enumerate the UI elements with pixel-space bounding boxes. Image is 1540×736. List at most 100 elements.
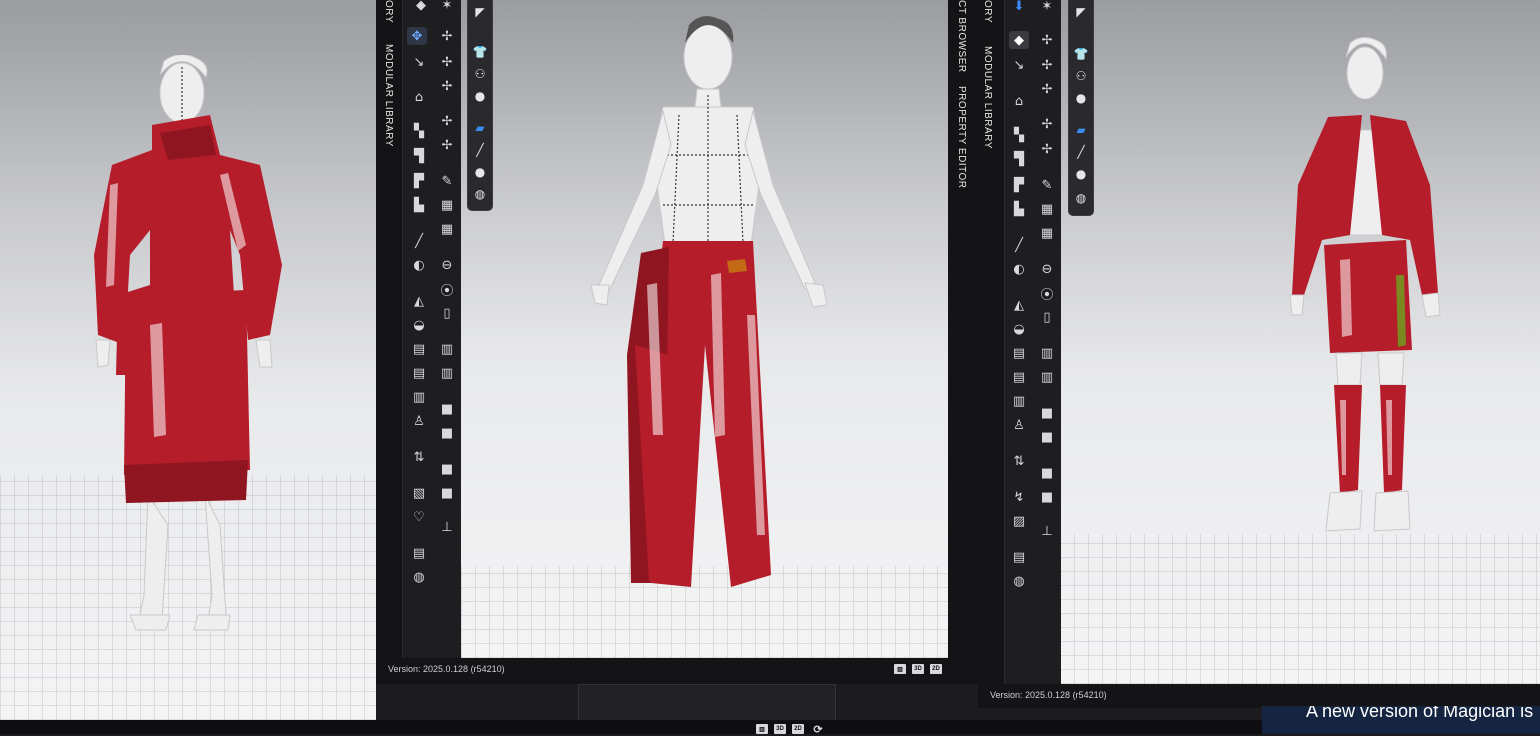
brush-icon[interactable]: ╱ <box>470 141 490 159</box>
r-tool-8[interactable]: ▚ <box>1009 126 1029 144</box>
tool-icon-13[interactable]: ▦ <box>437 196 457 214</box>
tool-icon-26[interactable]: ♙ <box>409 412 429 430</box>
bottom-2d-icon[interactable]: 2D <box>792 724 804 734</box>
tool-icon-20[interactable]: ▤ <box>409 340 429 358</box>
tab-history[interactable]: ORY <box>383 0 394 23</box>
r-brush-icon[interactable]: ╱ <box>1071 143 1091 161</box>
r-tool-20[interactable]: ▤ <box>1009 344 1029 362</box>
tab-property-editor[interactable]: PROPERTY EDITOR <box>956 86 967 189</box>
r-needle-icon[interactable]: ╱ <box>1009 236 1029 254</box>
tool-icon-24[interactable]: ▥ <box>409 388 429 406</box>
transform-tool-icon[interactable]: ✥ <box>407 27 427 45</box>
r-tool-28[interactable]: ⇅ <box>1009 452 1029 470</box>
r-tool-19[interactable]: ◒ <box>1009 320 1029 338</box>
r-tool-11[interactable]: ✎ <box>1037 176 1057 194</box>
r-button-icon[interactable]: ⦿ <box>1037 284 1057 303</box>
avatar-icon[interactable]: ● <box>470 87 490 105</box>
tool-icon-27[interactable]: ■ <box>437 424 457 442</box>
r-tool-17[interactable]: ◐ <box>1009 260 1029 278</box>
right-viewport[interactable] <box>1060 0 1540 684</box>
r-tool-1[interactable]: ✶ <box>1037 0 1057 15</box>
r-tool-3[interactable]: ↘ <box>1009 56 1029 74</box>
tool-icon-17[interactable]: ◐ <box>409 256 429 274</box>
button-tool-icon[interactable]: ⦿ <box>437 280 457 299</box>
r-globe-icon[interactable]: ◍ <box>1071 189 1091 207</box>
tool-icon-32[interactable]: ♡ <box>409 508 429 526</box>
tool-icon-19[interactable]: ◒ <box>409 316 429 334</box>
tab-modular-library[interactable]: MODULAR LIBRARY <box>383 44 394 147</box>
r-shirt-icon-2[interactable]: 👕 <box>1071 45 1091 63</box>
bottom-3d-icon[interactable]: 3D <box>774 724 786 734</box>
tool-icon-5[interactable]: ✢ <box>437 77 457 95</box>
r-tool-33[interactable]: ⊥ <box>1037 522 1057 540</box>
tool-icon-9[interactable]: ✢ <box>437 136 457 154</box>
tab-history-right[interactable]: ORY <box>982 0 993 23</box>
tool-icon-16[interactable]: ⊖ <box>437 256 457 274</box>
bottom-reload-icon[interactable]: ⟳ <box>812 724 824 736</box>
r-fabric-icon[interactable]: ⚇ <box>1071 67 1091 85</box>
tool-icon-25[interactable]: ■ <box>437 400 457 418</box>
shirt-icon-2[interactable]: 👕 <box>470 43 490 61</box>
tab-object-browser[interactable]: CT BROWSER <box>956 0 967 73</box>
r-tool-32[interactable]: ▨ <box>1009 512 1029 530</box>
r-tool-35[interactable]: ◍ <box>1009 572 1029 590</box>
blue-paint-icon[interactable]: ▰ <box>470 119 490 137</box>
tool-icon-4[interactable]: ✢ <box>437 53 457 71</box>
r-tool-25[interactable]: ■ <box>1037 404 1057 422</box>
diamond-tool-icon[interactable]: ◆ <box>411 0 431 14</box>
tab-modular-library-right[interactable]: MODULAR LIBRARY <box>982 46 993 149</box>
view-2d-icon[interactable]: 2D <box>930 664 942 674</box>
view-3d-icon[interactable]: 3D <box>912 664 924 674</box>
r-tool-12[interactable]: ▛ <box>1009 176 1029 194</box>
tool-icon-33[interactable]: ⊥ <box>437 518 457 536</box>
r-tool-10[interactable]: ▜ <box>1009 150 1029 168</box>
needle-tool-icon[interactable]: ╱ <box>409 232 429 250</box>
move-tool-icon[interactable]: ⬇ <box>1009 0 1029 15</box>
globe-icon[interactable]: ◍ <box>470 185 490 203</box>
r-blue-paint-icon[interactable]: ▰ <box>1071 121 1091 139</box>
r-zipper-icon[interactable]: ▯ <box>1037 308 1057 326</box>
r-tool-24[interactable]: ▥ <box>1009 392 1029 410</box>
person-icon[interactable]: ● <box>470 163 490 181</box>
tool-icon-30[interactable]: ▧ <box>409 484 429 502</box>
r-tool-15[interactable]: ▦ <box>1037 224 1057 242</box>
r-tool-9[interactable]: ✢ <box>1037 140 1057 158</box>
tool-icon-3[interactable]: ↘ <box>409 53 429 71</box>
split-view-icon[interactable]: ▥ <box>894 664 906 674</box>
tool-icon-31[interactable]: ■ <box>437 484 457 502</box>
r-tool-5[interactable]: ✢ <box>1037 80 1057 98</box>
arrange-icon[interactable]: ✶ <box>437 0 457 14</box>
tool-icon-34[interactable]: ▤ <box>409 544 429 562</box>
r-tool-14[interactable]: ▙ <box>1009 200 1029 218</box>
r-select-icon[interactable]: ◆ <box>1009 31 1029 49</box>
tool-icon-2[interactable]: ✢ <box>437 27 457 45</box>
tool-icon-12[interactable]: ▛ <box>409 172 429 190</box>
r-tool-2[interactable]: ✢ <box>1037 31 1057 49</box>
tool-icon-35[interactable]: ◍ <box>409 568 429 586</box>
left-viewport[interactable] <box>0 0 376 720</box>
r-tool-22[interactable]: ▤ <box>1009 368 1029 386</box>
bottom-split-icon[interactable]: ▥ <box>756 724 768 734</box>
r-tool-6[interactable]: ⌂ <box>1009 92 1029 110</box>
tool-icon-23[interactable]: ▥ <box>437 364 457 382</box>
r-tool-4[interactable]: ✢ <box>1037 56 1057 74</box>
tool-icon-18[interactable]: ◭ <box>409 292 429 310</box>
r-tool-21[interactable]: ▥ <box>1037 344 1057 362</box>
tool-icon-29[interactable]: ■ <box>437 460 457 478</box>
r-shirt-icon[interactable]: ◤ <box>1071 3 1091 21</box>
r-tool-7[interactable]: ✢ <box>1037 115 1057 133</box>
tool-icon-15[interactable]: ▦ <box>437 220 457 238</box>
tool-icon-11[interactable]: ✎ <box>437 172 457 190</box>
r-tool-34[interactable]: ▤ <box>1009 548 1029 566</box>
r-tool-18[interactable]: ◭ <box>1009 296 1029 314</box>
r-tool-27[interactable]: ■ <box>1037 428 1057 446</box>
r-avatar-icon[interactable]: ● <box>1071 89 1091 107</box>
shirt-icon[interactable]: ◤ <box>470 3 490 21</box>
r-tool-31[interactable]: ■ <box>1037 488 1057 506</box>
fabric-icon[interactable]: ⚇ <box>470 65 490 83</box>
r-tool-29[interactable]: ■ <box>1037 464 1057 482</box>
r-tool-16[interactable]: ⊖ <box>1037 260 1057 278</box>
r-tool-13[interactable]: ▦ <box>1037 200 1057 218</box>
tool-icon-28[interactable]: ⇅ <box>409 448 429 466</box>
tool-icon-14[interactable]: ▙ <box>409 196 429 214</box>
